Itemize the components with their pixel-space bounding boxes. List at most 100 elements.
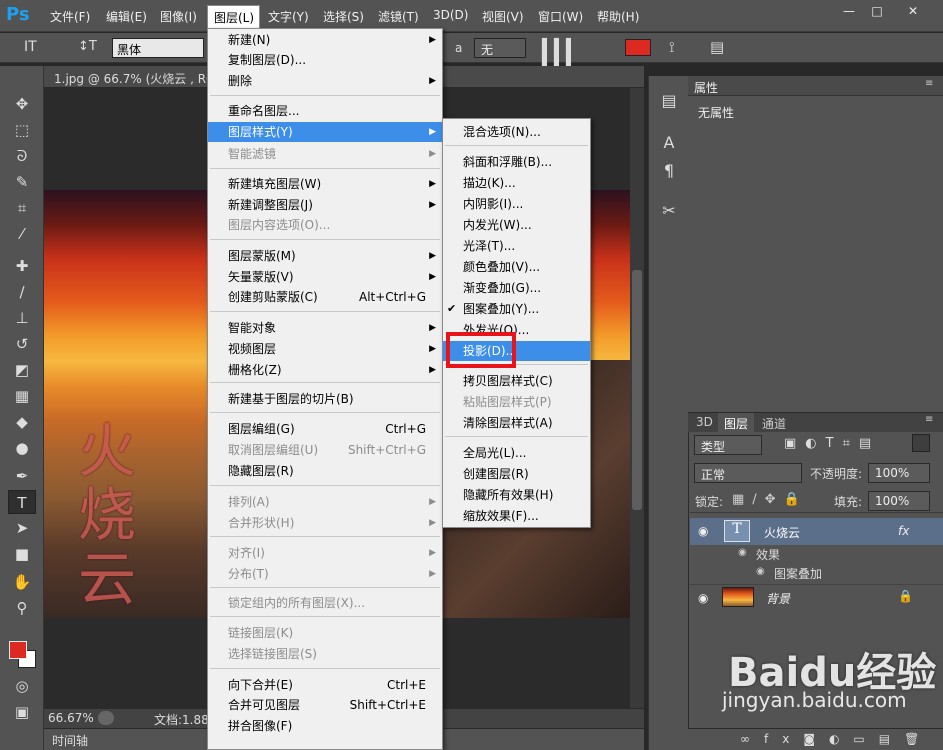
style_submenu-item-c[interactable]: 拷贝图层样式(C) — [443, 371, 590, 391]
lock-icons[interactable]: ▦∕✥🔒 — [732, 492, 808, 507]
type-tool-icon[interactable]: T — [8, 490, 36, 514]
character-panel-icon[interactable]: A — [655, 130, 683, 156]
style_submenu-item-w[interactable]: 内发光(W)... — [443, 215, 590, 235]
tab-layers[interactable]: 图层 — [718, 413, 755, 432]
rectangle-tool-icon[interactable]: ■ — [8, 542, 36, 566]
zoom-level[interactable]: 66.67% — [48, 711, 94, 725]
filter-icons[interactable]: ▣◐T⌗▤ — [784, 436, 880, 451]
foreground-color-swatch[interactable] — [9, 641, 27, 659]
text-layer-name[interactable]: 火烧云 — [764, 524, 800, 541]
screen-mode-icon[interactable]: ▣ — [8, 700, 36, 724]
tab-channels[interactable]: 通道 — [756, 413, 792, 432]
menu-edit[interactable]: 编辑(E) — [106, 8, 147, 26]
layer_menu-item-f[interactable]: 拼合图像(F) — [208, 716, 442, 736]
menu-window[interactable]: 窗口(W) — [538, 8, 583, 26]
marquee-tool-icon[interactable]: ⬚ — [8, 118, 36, 142]
layer_menu-item-0-2[interactable]: 删除 ▶ — [208, 71, 442, 91]
layer_menu-item-j[interactable]: 新建调整图层(J) ▶ — [208, 195, 442, 215]
layer_menu-item-r[interactable]: 隐藏图层(R) — [208, 461, 442, 481]
layer_menu-item-4-0[interactable]: 智能对象 ▶ — [208, 318, 442, 338]
menu-image[interactable]: 图像(I) — [160, 8, 197, 26]
style_submenu-item-k[interactable]: 描边(K)... — [443, 173, 590, 193]
style_submenu-item-i[interactable]: 内阴影(I)... — [443, 194, 590, 214]
scrollbar-thumb[interactable] — [632, 270, 642, 510]
status-menu-icon[interactable] — [98, 711, 114, 725]
layer_menu-item-v[interactable]: 矢量蒙版(V) ▶ — [208, 267, 442, 287]
menu-view[interactable]: 视图(V) — [482, 8, 524, 26]
menu-layer[interactable]: 图层(L) — [207, 5, 260, 29]
clone-stamp-tool-icon[interactable]: ⊥ — [8, 306, 36, 330]
style_submenu-item-l[interactable]: 全局光(L)... — [443, 443, 590, 463]
eyedropper-tool-icon[interactable]: ⁄ — [8, 222, 36, 246]
menu-3d[interactable]: 3D(D) — [433, 8, 468, 26]
history-panel-icon[interactable]: ▤ — [655, 88, 683, 114]
character-panel-icon[interactable]: ▤ — [710, 38, 724, 56]
zoom-tool-icon[interactable]: ⚲ — [8, 596, 36, 620]
text-color-swatch[interactable] — [625, 39, 651, 56]
effects-eye-icon[interactable]: ◉ — [738, 547, 747, 558]
tools-preset-icon[interactable]: ✂ — [655, 198, 683, 224]
properties-tab[interactable]: 属性 — [694, 79, 718, 96]
layers-menu-icon[interactable]: ≡ — [925, 414, 933, 425]
dodge-tool-icon[interactable]: ● — [8, 436, 36, 460]
menu-type[interactable]: 文字(Y) — [268, 8, 309, 26]
bg-visibility-eye-icon[interactable]: ◉ — [698, 591, 708, 605]
layer-filter-select[interactable]: 类型 — [694, 435, 762, 455]
minimize-button[interactable]: — — [836, 1, 862, 21]
brush-tool-icon[interactable]: ∕ — [8, 280, 36, 304]
style_submenu-item-f[interactable]: 缩放效果(F)... — [443, 506, 590, 526]
quick-select-tool-icon[interactable]: ✎ — [8, 170, 36, 194]
hand-tool-icon[interactable]: ✋ — [8, 570, 36, 594]
layer_menu-item-e[interactable]: 向下合并(E) Ctrl+E — [208, 675, 442, 695]
style_submenu-item-n[interactable]: 混合选项(N)... — [443, 122, 590, 142]
lasso-tool-icon[interactable]: ᘐ — [8, 144, 36, 168]
paragraph-panel-icon[interactable]: ¶ — [655, 158, 683, 184]
blend-mode-select[interactable]: 正常 — [694, 463, 802, 483]
layer_menu-item-4-1[interactable]: 视频图层 ▶ — [208, 339, 442, 359]
pen-tool-icon[interactable]: ✒ — [8, 464, 36, 488]
align-text-icons[interactable]: ▌▌▌ ▌▌▌ — [542, 39, 612, 69]
antialias-select[interactable]: 无 — [474, 38, 526, 58]
style_submenu-item-t[interactable]: 光泽(T)... — [443, 236, 590, 256]
layer_menu-item-z[interactable]: 栅格化(Z) ▶ — [208, 360, 442, 380]
warp-text-icon[interactable]: ⟟ — [669, 38, 675, 56]
filter-toggle[interactable] — [912, 434, 930, 452]
crop-tool-icon[interactable]: ⌗ — [8, 196, 36, 220]
style_submenu-item-g[interactable]: 渐变叠加(G)... — [443, 278, 590, 298]
history-brush-tool-icon[interactable]: ↺ — [8, 332, 36, 356]
layer_menu-item-1-0[interactable]: 重命名图层... — [208, 101, 442, 121]
style_submenu-item-v[interactable]: 颜色叠加(V)... — [443, 257, 590, 277]
gradient-tool-icon[interactable]: ▦ — [8, 384, 36, 408]
layer_menu-item-n[interactable]: 新建(N) ▶ — [208, 30, 442, 50]
layer_menu-item-w[interactable]: 新建填充图层(W) ▶ — [208, 174, 442, 194]
menu-help[interactable]: 帮助(H) — [597, 8, 639, 26]
path-select-tool-icon[interactable]: ➤ — [8, 516, 36, 540]
layer-actions-icons[interactable]: ∞fx◙◐▭▤🗑 — [740, 732, 933, 746]
style_submenu-item-y[interactable]: 图案叠加(Y)... ✔ — [443, 299, 590, 319]
menu-filter[interactable]: 滤镜(T) — [378, 8, 419, 26]
type-tool-preset-icon[interactable]: IT — [24, 39, 37, 55]
fill-input[interactable]: 100% — [868, 491, 930, 511]
layer_menu-item-d[interactable]: 复制图层(D)... — [208, 50, 442, 70]
font-family-select[interactable]: 黑体 — [112, 38, 204, 58]
eraser-tool-icon[interactable]: ◩ — [8, 358, 36, 382]
layer_menu-item-m[interactable]: 图层蒙版(M) ▶ — [208, 246, 442, 266]
background-layer-name[interactable]: 背景 — [766, 590, 790, 607]
style_submenu-item-b[interactable]: 斜面和浮雕(B)... — [443, 152, 590, 172]
layer_menu-item-b[interactable]: 新建基于图层的切片(B) — [208, 389, 442, 409]
style_submenu-item-r[interactable]: 创建图层(R) — [443, 464, 590, 484]
maximize-button[interactable]: □ — [864, 1, 890, 21]
menu-file[interactable]: 文件(F) — [50, 8, 90, 26]
pattern-eye-icon[interactable]: ◉ — [756, 566, 765, 577]
quick-mask-icon[interactable]: ◎ — [8, 674, 36, 698]
blur-tool-icon[interactable]: ◆ — [8, 410, 36, 434]
menu-select[interactable]: 选择(S) — [323, 8, 364, 26]
healing-brush-tool-icon[interactable]: ✚ — [8, 254, 36, 278]
visibility-eye-icon[interactable]: ◉ — [698, 524, 708, 538]
toggle-orientation-icon[interactable]: ↕T — [78, 39, 97, 54]
layer_menu-item-g[interactable]: 图层编组(G) Ctrl+G — [208, 419, 442, 439]
layer_menu-item-c[interactable]: 创建剪贴蒙版(C) Alt+Ctrl+G — [208, 287, 442, 307]
panel-menu-icon[interactable]: ≡ — [925, 78, 933, 89]
move-tool-icon[interactable]: ✥ — [8, 92, 36, 116]
tab-3d[interactable]: 3D — [690, 413, 719, 432]
